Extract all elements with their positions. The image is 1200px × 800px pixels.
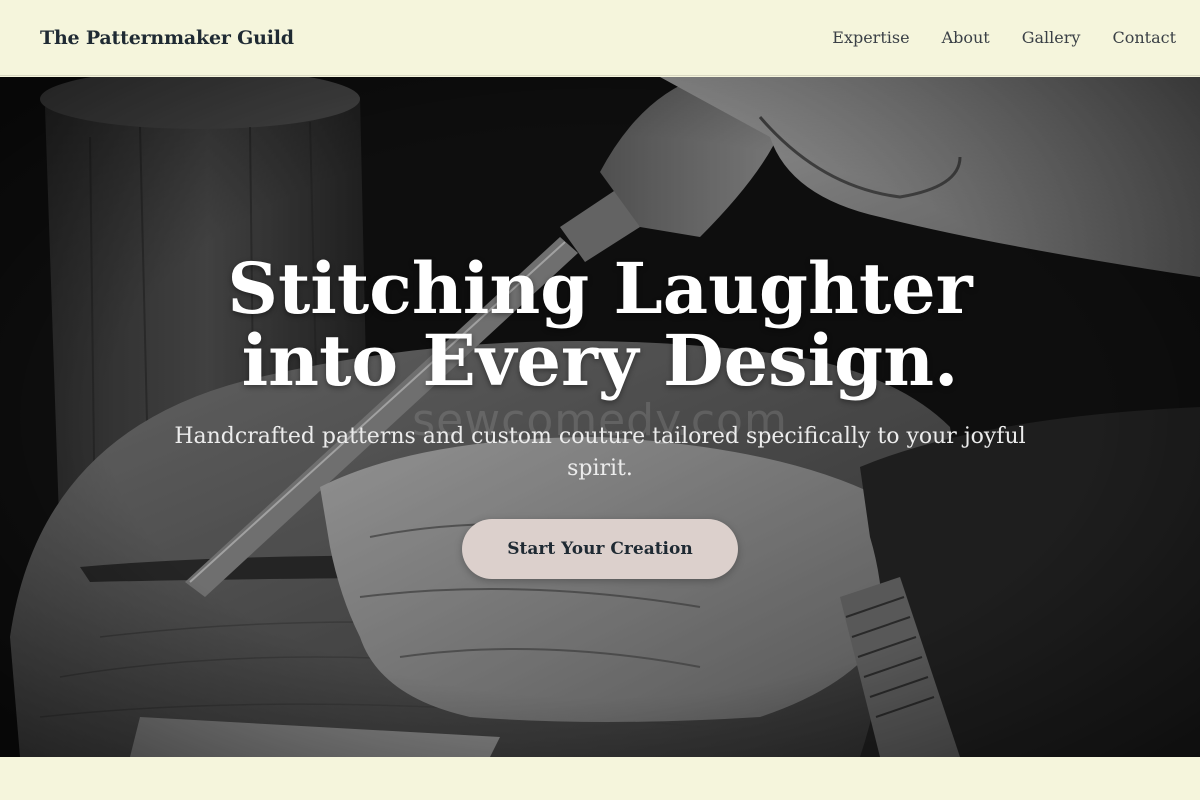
nav-expertise[interactable]: Expertise — [832, 28, 909, 47]
below-hero-strip — [0, 757, 1200, 800]
hero-content: Stitching Laughter into Every Design. Ha… — [0, 77, 1200, 757]
main-nav: Expertise About Gallery Contact — [832, 28, 1176, 47]
hero-section: sewcomedy.com Stitching Laughter into Ev… — [0, 77, 1200, 757]
start-creation-button[interactable]: Start Your Creation — [462, 519, 738, 579]
nav-about[interactable]: About — [942, 28, 990, 47]
nav-contact[interactable]: Contact — [1112, 28, 1176, 47]
site-header: The Patternmaker Guild Expertise About G… — [0, 0, 1200, 76]
hero-headline: Stitching Laughter into Every Design. — [227, 247, 973, 402]
nav-gallery[interactable]: Gallery — [1022, 28, 1081, 47]
brand-logo[interactable]: The Patternmaker Guild — [40, 27, 294, 49]
hero-subheadline: Handcrafted patterns and custom couture … — [174, 424, 1026, 481]
